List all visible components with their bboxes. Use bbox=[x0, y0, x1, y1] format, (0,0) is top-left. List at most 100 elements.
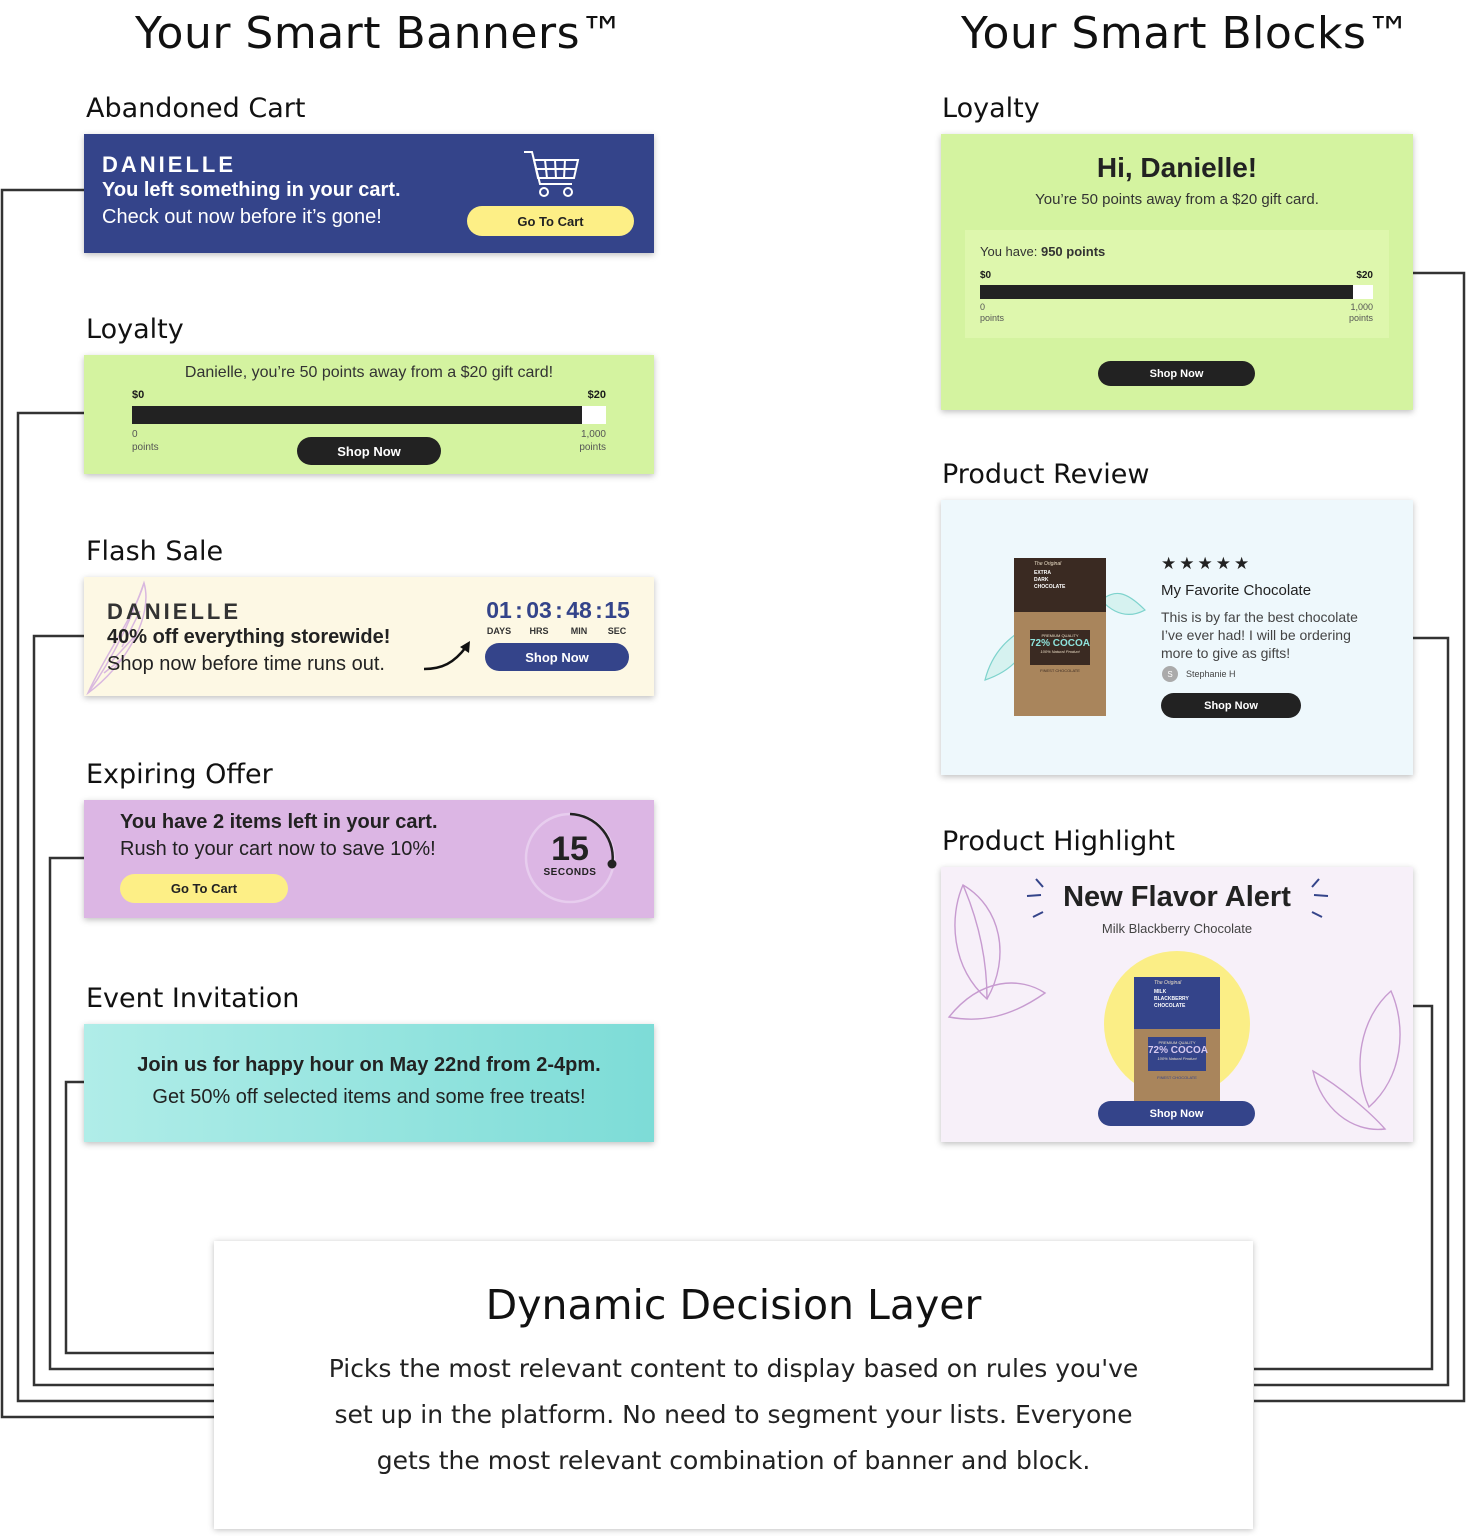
package-name-line: EXTRA bbox=[1034, 570, 1051, 576]
timer-unit: SECONDS bbox=[543, 867, 597, 878]
countdown-days-unit: DAYS bbox=[486, 626, 512, 636]
section-title-event-invitation: Event Invitation bbox=[86, 983, 300, 1014]
decision-layer-line1: Picks the most relevant content to displ… bbox=[328, 1354, 1139, 1383]
reviewer-name: Stephanie H bbox=[1186, 669, 1236, 679]
package-name: EXTRA DARK CHOCOLATE bbox=[1034, 570, 1065, 591]
review-text-line: I’ve ever had! I will be ordering bbox=[1161, 627, 1351, 643]
max-points-word: points bbox=[1348, 313, 1373, 323]
event-invitation-banner[interactable]: Join us for happy hour on May 22nd from … bbox=[84, 1024, 654, 1142]
package-name-line: MILK bbox=[1154, 989, 1167, 995]
package-footer: FINEST CHOCOLATE bbox=[1157, 1075, 1197, 1080]
review-text: This is by far the best chocolate I’ve e… bbox=[1161, 608, 1358, 662]
decision-layer-line2: set up in the platform. No need to segme… bbox=[334, 1400, 1133, 1429]
product-highlight-block[interactable]: New Flavor Alert Milk Blackberry Chocola… bbox=[941, 867, 1413, 1142]
banner-line2: Check out now before it’s gone! bbox=[102, 206, 382, 228]
points-prefix: You have: bbox=[980, 244, 1041, 259]
banner-name: DANIELLE bbox=[107, 599, 241, 624]
min-points-word: points bbox=[132, 442, 159, 453]
arrow-icon bbox=[423, 641, 470, 671]
countdown-minutes-unit: MIN bbox=[570, 626, 588, 636]
flash-sale-banner[interactable]: DANIELLE 40% off everything storewide! S… bbox=[84, 577, 654, 696]
section-title-banner-loyalty: Loyalty bbox=[86, 314, 184, 345]
package-brand: The Original bbox=[1034, 561, 1062, 567]
banner-line1: You have 2 items left in your cart. bbox=[120, 811, 438, 833]
reviewer-avatar: S bbox=[1162, 666, 1178, 682]
review-title: My Favorite Chocolate bbox=[1161, 582, 1312, 599]
countdown-seconds-value: 15 bbox=[604, 597, 630, 623]
block-subtitle: You’re 50 points away from a $20 gift ca… bbox=[1035, 191, 1319, 208]
package-brand: The Original bbox=[1154, 980, 1182, 986]
banners-title: Your Smart Banners™ bbox=[135, 8, 625, 59]
min-points-word: points bbox=[980, 313, 1005, 323]
banner-line2: Shop now before time runs out. bbox=[107, 653, 385, 675]
package-footer: FINEST CHOCOLATE bbox=[1040, 668, 1080, 673]
shop-now-button[interactable]: Shop Now bbox=[1098, 361, 1255, 386]
package-name-line: BLACKBERRY bbox=[1154, 996, 1189, 1002]
package-name-line: CHOCOLATE bbox=[1034, 584, 1066, 590]
countdown-separator: : bbox=[555, 597, 563, 623]
countdown-days-value: 01 bbox=[486, 597, 512, 623]
banner-line2: Rush to your cart now to save 10%! bbox=[120, 838, 436, 860]
expiring-offer-banner[interactable]: You have 2 items left in your cart. Rush… bbox=[84, 800, 654, 918]
product-package: The Original MILK BLACKBERRY CHOCOLATE P… bbox=[1134, 977, 1220, 1105]
loyalty-block[interactable]: Hi, Danielle! You’re 50 points away from… bbox=[941, 134, 1413, 410]
package-cocoa-label: PREMIUM QUALITY 72% COCOA 100% Natural P… bbox=[1030, 630, 1090, 665]
timer-value: 15 bbox=[551, 830, 589, 868]
section-title-flash-sale: Flash Sale bbox=[86, 536, 224, 567]
shop-now-button[interactable]: Shop Now bbox=[1161, 693, 1301, 718]
max-points-word: points bbox=[579, 442, 606, 453]
progress-max-label: $20 bbox=[587, 389, 606, 401]
package-note: 100% Natural Product bbox=[1157, 1056, 1197, 1061]
progress-max-points: 1,000 points bbox=[579, 428, 606, 454]
shop-now-button[interactable]: Shop Now bbox=[1098, 1101, 1255, 1126]
loyalty-headline: Danielle, you’re 50 points away from a $… bbox=[184, 364, 554, 381]
package-quality: PREMIUM QUALITY bbox=[1041, 633, 1079, 638]
package-note: 100% Natural Product bbox=[1040, 649, 1080, 654]
points-value: 950 points bbox=[1040, 244, 1106, 259]
package-name-line: DARK bbox=[1034, 577, 1049, 583]
go-to-cart-button[interactable]: Go To Cart bbox=[120, 874, 288, 903]
shopping-cart-icon bbox=[524, 151, 580, 197]
decision-layer-box: Dynamic Decision Layer Picks the most re… bbox=[214, 1241, 1253, 1529]
progress-max-points: 1,000 points bbox=[1349, 302, 1373, 324]
min-points-value: 0 bbox=[980, 302, 986, 312]
review-stars: ★★★★★ bbox=[1161, 554, 1253, 573]
highlight-subtitle: Milk Blackberry Chocolate bbox=[1101, 921, 1253, 936]
package-name-line: CHOCOLATE bbox=[1154, 1003, 1186, 1009]
section-title-block-loyalty: Loyalty bbox=[942, 93, 1040, 124]
package-label-top: The Original EXTRA DARK CHOCOLATE bbox=[1014, 558, 1106, 612]
section-title-product-review: Product Review bbox=[942, 459, 1150, 490]
abandoned-cart-banner[interactable]: DANIELLE You left something in your cart… bbox=[84, 134, 654, 253]
go-to-cart-button[interactable]: Go To Cart bbox=[467, 206, 634, 236]
loyalty-banner[interactable]: Danielle, you’re 50 points away from a $… bbox=[84, 355, 654, 474]
countdown-hours-unit: HRS bbox=[529, 626, 549, 636]
package-cocoa: 72% COCOA bbox=[1148, 1045, 1209, 1056]
product-package: The Original EXTRA DARK CHOCOLATE PREMIU… bbox=[1014, 558, 1106, 716]
highlight-title: New Flavor Alert bbox=[1063, 881, 1291, 913]
countdown-minutes-value: 48 bbox=[566, 597, 592, 623]
shop-now-button[interactable]: Shop Now bbox=[297, 437, 441, 465]
banner-name: DANIELLE bbox=[102, 152, 236, 177]
progress-min-points: 0 points bbox=[980, 302, 1004, 324]
progress-track bbox=[980, 285, 1373, 299]
max-points-value: 1,000 bbox=[580, 429, 606, 440]
progress-max-label: $20 bbox=[1356, 270, 1373, 281]
countdown-separator: : bbox=[515, 597, 523, 623]
progress-min-label: $0 bbox=[980, 270, 992, 281]
package-name: MILK BLACKBERRY CHOCOLATE bbox=[1154, 989, 1189, 1010]
progress-fill bbox=[132, 406, 583, 424]
package-label-top: The Original MILK BLACKBERRY CHOCOLATE bbox=[1134, 977, 1220, 1029]
banner-line2: Get 50% off selected items and some free… bbox=[152, 1086, 586, 1108]
decision-layer-title: Dynamic Decision Layer bbox=[485, 1281, 982, 1329]
countdown-seconds-unit: SEC bbox=[607, 626, 627, 636]
progress-track bbox=[132, 406, 606, 424]
shop-now-button[interactable]: Shop Now bbox=[485, 643, 629, 671]
package-cocoa-label: PREMIUM QUALITY 72% COCOA 100% Natural P… bbox=[1148, 1037, 1209, 1071]
progress-min-points: 0 points bbox=[132, 428, 159, 454]
banner-line1: Join us for happy hour on May 22nd from … bbox=[137, 1054, 601, 1076]
max-points-value: 1,000 bbox=[1350, 302, 1373, 312]
banner-line1: You left something in your cart. bbox=[102, 179, 401, 201]
review-text-line: This is by far the best chocolate bbox=[1161, 609, 1358, 625]
progress-min-label: $0 bbox=[132, 389, 145, 401]
product-review-block[interactable]: The Original EXTRA DARK CHOCOLATE PREMIU… bbox=[941, 500, 1413, 775]
